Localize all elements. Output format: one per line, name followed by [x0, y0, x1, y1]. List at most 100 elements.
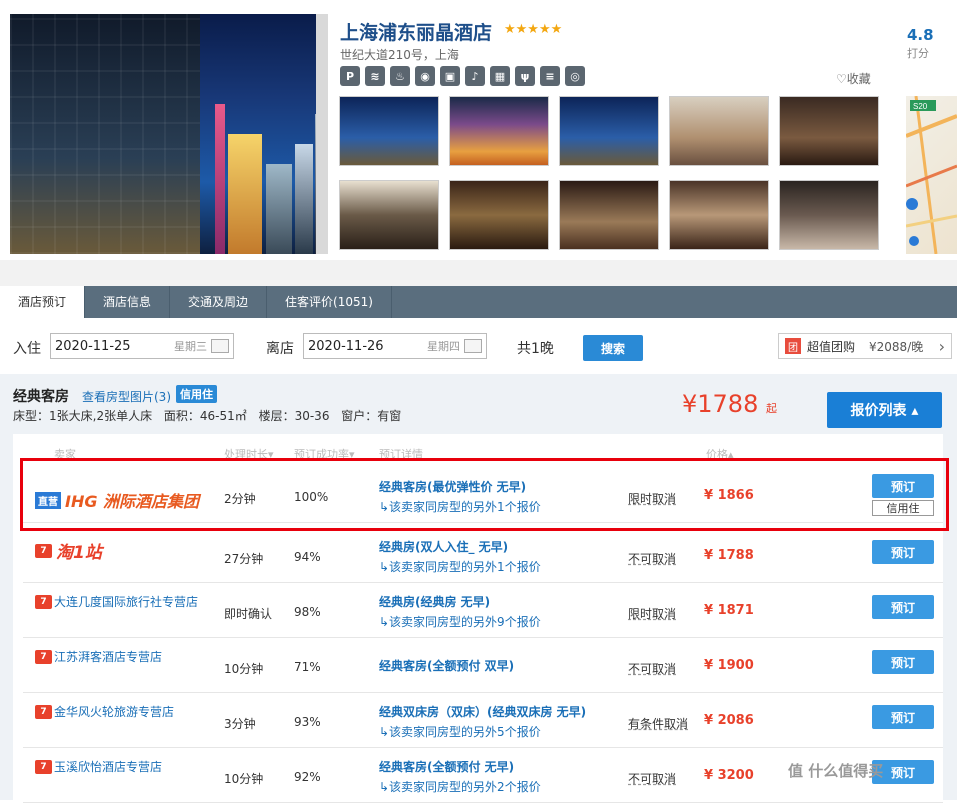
handle-time: 27分钟	[224, 552, 264, 566]
thumbnail-image[interactable]	[779, 180, 879, 250]
seller-name: 玉溪欣怡酒店专营店	[54, 760, 163, 774]
thumbnail-image[interactable]	[449, 96, 549, 166]
tmall-icon: 7	[35, 704, 52, 719]
seller[interactable]: 7 金华风火轮旅游专营店	[35, 703, 174, 720]
amenity-icons: P ≋ ♨ ◉ ▣ ♪ ▦ ψ ≡ ◎	[340, 66, 585, 86]
cancel-policy[interactable]: 不可取消	[628, 660, 676, 677]
camera-icon: ◎	[565, 66, 585, 86]
book-button[interactable]: 预订	[872, 595, 934, 619]
success-rate: 94%	[294, 550, 321, 564]
seller[interactable]: 7 大连几度国际旅行社专营店	[35, 593, 198, 610]
tab-booking[interactable]: 酒店预订	[0, 286, 86, 318]
price-list-button[interactable]: 报价列表 ▴	[827, 392, 942, 428]
favorite-button[interactable]: ♡收藏	[836, 70, 871, 87]
watermark: 值 什么值得买	[788, 762, 884, 780]
tmall-icon: 7	[35, 543, 52, 558]
cancel-policy[interactable]: 不可取消	[628, 550, 676, 567]
cancel-policy[interactable]: 限时取消	[628, 605, 676, 622]
checkin-weekday: 星期三	[174, 340, 207, 353]
restaurant-icon: ψ	[515, 66, 535, 86]
laundry-icon: ▦	[490, 66, 510, 86]
cancel-policy[interactable]: 不可取消	[628, 770, 676, 787]
thumbnail-image[interactable]	[669, 96, 769, 166]
tmall-icon: 7	[35, 649, 52, 664]
tab-reviews[interactable]: 住客评价(1051)	[267, 286, 392, 318]
svg-text:S20: S20	[913, 102, 928, 111]
thumbnail-image[interactable]	[559, 96, 659, 166]
pool-icon: ≋	[365, 66, 385, 86]
map-thumbnail[interactable]: S20	[906, 96, 957, 254]
thumbnail-image[interactable]	[339, 96, 439, 166]
group-buy-label: 超值团购	[807, 339, 856, 354]
offer-price: ¥ 1900	[704, 658, 754, 673]
other-offers-link[interactable]: ↳该卖家同房型的另外9个报价	[379, 613, 541, 630]
review-score: 4.8	[907, 26, 934, 44]
hotel-main-photo[interactable]	[10, 14, 328, 254]
thumbnail-image[interactable]	[449, 180, 549, 250]
bell-icon: ♪	[465, 66, 485, 86]
offer-price: ¥ 1788	[704, 548, 754, 563]
checkout-date-field[interactable]: 2020-11-26 星期四	[303, 333, 487, 359]
checkin-date-value: 2020-11-25	[55, 338, 131, 354]
parking-icon: P	[340, 66, 360, 86]
book-button[interactable]: 预订	[872, 540, 934, 564]
handle-time: 10分钟	[224, 662, 264, 676]
tab-hotel-info[interactable]: 酒店信息	[85, 286, 171, 318]
thumbnail-image[interactable]	[339, 180, 439, 250]
luggage-icon: ▣	[440, 66, 460, 86]
room-name: 经典客房	[13, 389, 69, 405]
concierge-icon: ♨	[390, 66, 410, 86]
review-score-label: 打分	[907, 47, 929, 60]
tmall-icon: 7	[35, 759, 52, 774]
seller-name: 江苏湃客酒店专营店	[54, 650, 163, 664]
calendar-icon[interactable]	[211, 339, 229, 353]
seller-name: 金华风火轮旅游专营店	[54, 705, 175, 719]
seller[interactable]: 7 江苏湃客酒店专营店	[35, 648, 162, 665]
hotel-name: 上海浦东丽晶酒店	[340, 22, 493, 44]
offer-title[interactable]: 经典客房(全额预付 双早)	[379, 657, 514, 674]
offer-price: ¥ 2086	[704, 713, 754, 728]
room-min-price-value: ¥1788	[682, 390, 759, 418]
handle-time: 3分钟	[224, 717, 256, 731]
offer-row: 7 淘1站 27分钟 94% 经典房(双人入住_ 无早) ↳该卖家同房型的另外1个报价 不可…	[23, 528, 943, 583]
offer-title[interactable]: 经典房(双人入住_ 无早)	[379, 538, 508, 555]
other-offers-link[interactable]: ↳该卖家同房型的另外1个报价	[379, 558, 541, 575]
book-button[interactable]: 预订	[872, 705, 934, 729]
thumbnail-image[interactable]	[779, 96, 879, 166]
wifi-icon: ◉	[415, 66, 435, 86]
nights-count: 共1晚	[517, 341, 554, 357]
handle-time: 即时确认	[224, 607, 273, 621]
star-rating: ★★★★★	[504, 22, 563, 37]
success-rate: 71%	[294, 660, 321, 674]
hotel-address: 世纪大道210号，上海	[340, 48, 459, 62]
checkout-label: 离店	[266, 341, 294, 357]
group-buy-icon: 团	[785, 338, 801, 354]
success-rate: 98%	[294, 605, 321, 619]
group-buy-link[interactable]: 团 超值团购 ¥2088/晚 ›	[778, 333, 952, 359]
offer-title[interactable]: 经典双床房（双床）(经典双床房 无早)	[379, 703, 586, 720]
room-min-price: ¥1788 起	[682, 390, 777, 418]
offer-row: 7 大连几度国际旅行社专营店即时确认 98% 经典房(经典房 无早) ↳该卖家同房型的另…	[23, 583, 943, 638]
other-offers-link[interactable]: ↳该卖家同房型的另外5个报价	[379, 723, 541, 740]
tmall-icon: 7	[35, 594, 52, 609]
tab-transport[interactable]: 交通及周边	[170, 286, 268, 318]
thumbnail-image[interactable]	[559, 180, 659, 250]
offer-title[interactable]: 经典客房(全额预付 无早)	[379, 758, 514, 775]
view-room-images-link[interactable]: 查看房型图片(3)	[82, 388, 171, 405]
highlight-box	[20, 458, 949, 531]
offer-title[interactable]: 经典房(经典房 无早)	[379, 593, 490, 610]
thumbnail-image[interactable]	[669, 180, 769, 250]
seller[interactable]: 7 淘1站	[35, 538, 102, 563]
gym-icon: ≡	[540, 66, 560, 86]
search-button[interactable]: 搜索	[583, 335, 643, 361]
calendar-icon[interactable]	[464, 339, 482, 353]
group-buy-price: ¥2088/晚	[869, 339, 924, 354]
chevron-right-icon: ›	[938, 336, 945, 356]
seller[interactable]: 7 玉溪欣怡酒店专营店	[35, 758, 162, 775]
cancel-policy[interactable]: 有条件取消	[628, 715, 688, 732]
checkin-date-field[interactable]: 2020-11-25 星期三	[50, 333, 234, 359]
success-rate: 93%	[294, 715, 321, 729]
other-offers-link[interactable]: ↳该卖家同房型的另外2个报价	[379, 778, 541, 795]
checkin-label: 入住	[13, 341, 41, 357]
book-button[interactable]: 预订	[872, 650, 934, 674]
